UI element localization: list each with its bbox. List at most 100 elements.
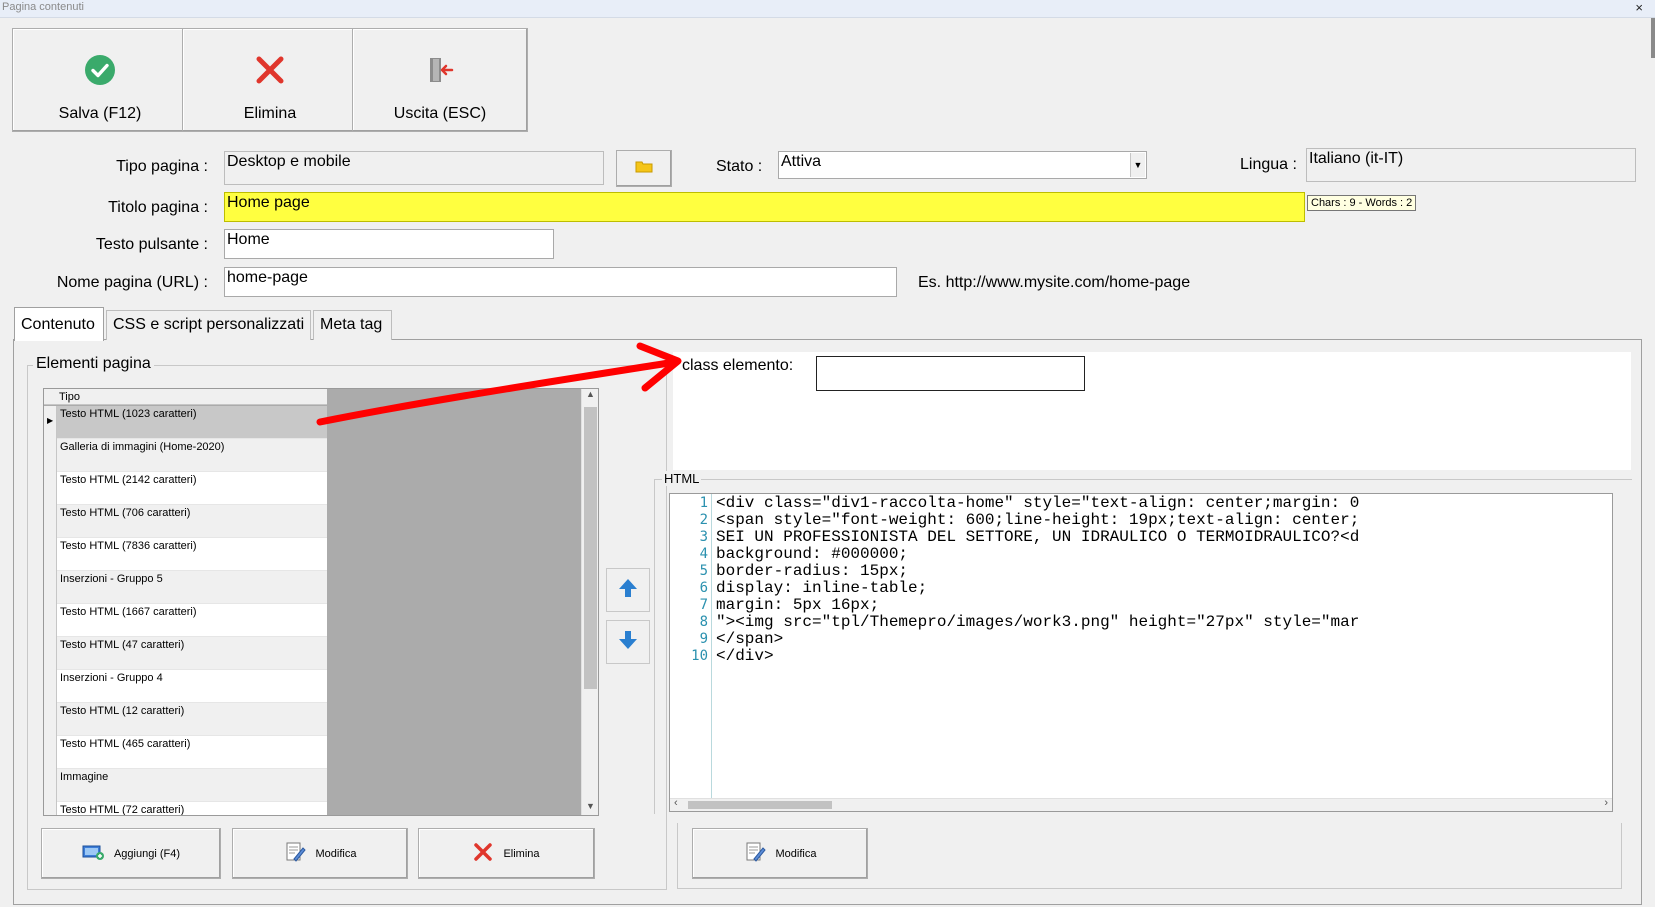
line-number: 7	[699, 597, 708, 613]
testo-pulsante-label: Testo pulsante :	[95, 236, 208, 253]
grid-row[interactable]: Testo HTML (47 caratteri)	[57, 637, 327, 670]
line-number: 2	[699, 512, 708, 528]
tipo-pagina-field[interactable]: Desktop e mobile	[224, 151, 604, 185]
add-element-button[interactable]: Aggiungi (F4)	[41, 828, 221, 879]
check-circle-icon	[83, 53, 117, 87]
row-header-column	[44, 406, 57, 815]
grid-row[interactable]: Testo HTML (7836 caratteri)	[57, 538, 327, 571]
arrow-down-icon	[617, 629, 639, 656]
scroll-left-icon[interactable]: ‹	[674, 797, 678, 809]
code-line: "><img src="tpl/Themepro/images/work3.pn…	[716, 613, 1360, 631]
line-number-gutter: 1 2 3 4 5 6 7 8 9 10	[670, 494, 712, 800]
titolo-pagina-field[interactable]: Home page	[224, 192, 1305, 222]
delete-element-label: Elimina	[503, 847, 540, 860]
nome-pagina-label: Nome pagina (URL) :	[56, 274, 208, 291]
tab-meta-tag[interactable]: Meta tag	[313, 310, 392, 340]
stato-select[interactable]: Attiva ▼	[778, 151, 1147, 179]
code-line: margin: 5px 16px;	[716, 596, 880, 614]
class-elemento-input[interactable]	[816, 356, 1085, 391]
code-line: <div class="div1-raccolta-home" style="t…	[716, 494, 1360, 512]
nome-pagina-field[interactable]: home-page	[224, 267, 897, 297]
add-monitor-icon	[82, 844, 104, 863]
scroll-thumb[interactable]	[584, 407, 597, 689]
red-x-icon	[473, 842, 493, 865]
code-line: </span>	[716, 630, 784, 648]
grid-row[interactable]: Testo HTML (12 caratteri)	[57, 703, 327, 736]
edit-element-button[interactable]: Modifica	[232, 828, 408, 879]
scroll-down-icon[interactable]: ▼	[582, 801, 598, 815]
grid-row[interactable]: Testo HTML (1667 caratteri)	[57, 604, 327, 637]
tipo-pagina-label: Tipo pagina :	[116, 158, 208, 175]
code-line: </div>	[716, 647, 774, 665]
line-number: 4	[699, 546, 708, 562]
code-line: <span style="font-weight: 600;line-heigh…	[716, 511, 1360, 529]
line-number: 9	[699, 631, 708, 647]
exit-label: Uscita (ESC)	[393, 105, 487, 122]
char-word-counter-badge: Chars : 9 - Words : 2	[1307, 195, 1417, 211]
html-code-editor[interactable]: 1 2 3 4 5 6 7 8 9 10 <div class="div1-ra…	[669, 493, 1613, 812]
grid-vertical-scrollbar[interactable]: ▲ ▼	[581, 389, 598, 815]
code-line: display: inline-table;	[716, 579, 928, 597]
elements-group-title: Elementi pagina	[33, 355, 154, 373]
line-number: 10	[691, 648, 708, 664]
titolo-pagina-label: Titolo pagina :	[108, 199, 208, 216]
grid-row[interactable]: Testo HTML (2142 caratteri)	[57, 472, 327, 505]
edit-element-label: Modifica	[315, 847, 357, 860]
folder-button[interactable]	[616, 150, 672, 187]
line-number: 6	[699, 580, 708, 596]
window-title: Pagina contenuti	[2, 1, 84, 13]
exit-door-icon	[423, 53, 457, 87]
current-row-indicator-icon: ▶	[47, 416, 54, 425]
tab-contenuto[interactable]: Contenuto	[14, 307, 104, 341]
edit-document-icon	[744, 841, 766, 866]
add-element-label: Aggiungi (F4)	[113, 847, 181, 860]
editor-horizontal-scrollbar[interactable]: ‹ ›	[670, 797, 1612, 811]
html-group-title: HTML	[662, 471, 702, 486]
tab-css-script[interactable]: CSS e script personalizzati	[106, 310, 311, 340]
code-line: SEI UN PROFESSIONISTA DEL SETTORE, UN ID…	[716, 528, 1360, 546]
delete-label: Elimina	[243, 105, 297, 122]
url-example-text: Es. http://www.mysite.com/home-page	[918, 274, 1191, 291]
grid-row[interactable]: Testo HTML (465 caratteri)	[57, 736, 327, 769]
window-edge	[1651, 18, 1655, 58]
testo-pulsante-field[interactable]: Home	[224, 229, 554, 259]
scroll-right-icon[interactable]: ›	[1604, 797, 1608, 809]
grid-row[interactable]: Inserzioni - Gruppo 5	[57, 571, 327, 604]
chevron-down-icon[interactable]: ▼	[1130, 153, 1145, 177]
annotation-arrow	[316, 342, 682, 426]
grid-column-header[interactable]: Tipo	[44, 389, 327, 405]
save-button[interactable]: Salva (F12)	[12, 28, 188, 132]
edit-html-label: Modifica	[775, 847, 817, 860]
grid-row[interactable]: Galleria di immagini (Home-2020)	[57, 439, 327, 472]
move-up-button[interactable]	[606, 568, 650, 612]
save-label: Salva (F12)	[58, 105, 142, 122]
edit-document-icon	[284, 841, 306, 866]
grid-row[interactable]: Immagine	[57, 769, 327, 802]
arrow-up-icon	[617, 577, 639, 604]
lingua-field[interactable]: Italiano (it-IT)	[1306, 148, 1636, 182]
window-title-bar: Pagina contenuti ×	[0, 0, 1655, 18]
red-x-icon	[253, 53, 287, 87]
exit-button[interactable]: Uscita (ESC)	[352, 28, 528, 132]
grid-row[interactable]: Testo HTML (72 caratteri)	[57, 802, 327, 815]
stato-value: Attiva	[781, 153, 822, 170]
line-number: 5	[699, 563, 708, 579]
line-number: 1	[699, 495, 708, 511]
stato-label: Stato :	[716, 158, 763, 175]
line-number: 3	[699, 529, 708, 545]
delete-element-button[interactable]: Elimina	[418, 828, 595, 879]
delete-button[interactable]: Elimina	[182, 28, 358, 132]
edit-html-button[interactable]: Modifica	[692, 828, 868, 879]
elements-grid[interactable]: Tipo ▶ Testo HTML (1023 caratteri) Galle…	[43, 388, 599, 816]
move-down-button[interactable]	[606, 620, 650, 664]
code-line: background: #000000;	[716, 545, 909, 563]
close-icon[interactable]: ×	[1635, 0, 1643, 15]
grid-row[interactable]: Inserzioni - Gruppo 4	[57, 670, 327, 703]
scroll-thumb[interactable]	[688, 801, 832, 809]
grid-row[interactable]: Testo HTML (1023 caratteri)	[57, 406, 327, 439]
code-line: border-radius: 15px;	[716, 562, 909, 580]
grid-row[interactable]: Testo HTML (706 caratteri)	[57, 505, 327, 538]
lingua-label: Lingua :	[1240, 156, 1297, 173]
class-elemento-label: class elemento:	[682, 357, 794, 374]
line-number: 8	[699, 614, 708, 630]
